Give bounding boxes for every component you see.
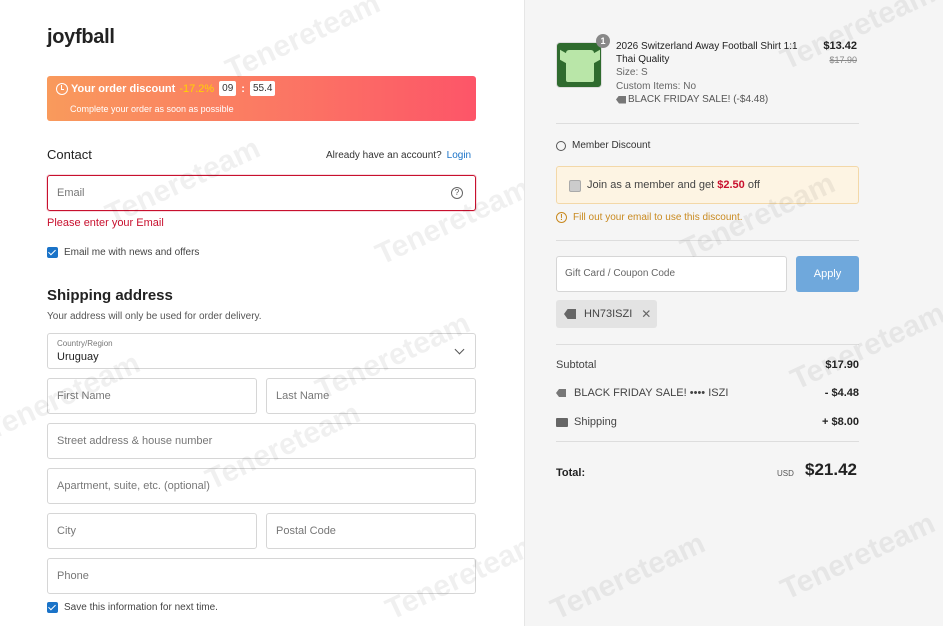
last-name-input[interactable]: Last Name: [266, 378, 476, 414]
shirt-icon: [566, 50, 594, 82]
discount-subtext: Complete your order as soon as possible: [70, 104, 234, 114]
city-placeholder: City: [57, 525, 76, 537]
watermark: Tenereteam: [220, 0, 386, 87]
street-input[interactable]: Street address & house number: [47, 423, 476, 459]
email-error: Please enter your Email: [47, 217, 164, 229]
total-currency: USD: [777, 469, 794, 478]
country-value: Uruguay: [57, 351, 99, 363]
watermark: Tenereteam: [775, 506, 941, 607]
phone-input[interactable]: Phone: [47, 558, 476, 594]
watermark: Tenereteam: [785, 296, 943, 397]
coupon-input[interactable]: Gift Card / Coupon Code: [556, 256, 787, 292]
newsletter-label: Email me with news and offers: [64, 247, 200, 258]
order-discount-banner: Your order discount -17.2% 09 : 55.4 Com…: [47, 76, 476, 121]
truck-icon: [556, 417, 568, 427]
total-label: Total:: [556, 467, 586, 479]
checkout-form-panel: joyfball Your order discount -17.2% 09 :…: [0, 0, 545, 626]
brand-logo[interactable]: joyfball: [47, 26, 115, 49]
first-name-input[interactable]: First Name: [47, 378, 257, 414]
postal-code-placeholder: Postal Code: [276, 525, 336, 537]
shipping-value: + $8.00: [821, 416, 859, 428]
subtotal-value: $17.90: [825, 359, 859, 371]
country-select[interactable]: Country/Region Uruguay: [47, 333, 476, 369]
product-name: 2026 Switzerland Away Football Shirt 1:1…: [616, 41, 798, 65]
apartment-input[interactable]: Apartment, suite, etc. (optional): [47, 468, 476, 504]
country-label: Country/Region: [57, 339, 113, 348]
tag-icon: [564, 309, 576, 319]
newsletter-checkbox[interactable]: [47, 247, 58, 258]
account-prompt-row: Already have an account? Login: [326, 150, 471, 161]
order-summary-panel: 1 2026 Switzerland Away Football Shirt 1…: [524, 0, 943, 626]
info-icon: !: [556, 212, 567, 223]
product-original-price: $17.90: [829, 55, 857, 65]
email-placeholder: Email: [57, 187, 85, 199]
first-name-placeholder: First Name: [57, 390, 111, 402]
phone-placeholder: Phone: [57, 570, 89, 582]
member-join-checkbox[interactable]: [569, 180, 581, 192]
city-input[interactable]: City: [47, 513, 257, 549]
countdown-separator: :: [241, 82, 245, 95]
apartment-placeholder: Apartment, suite, etc. (optional): [57, 480, 210, 492]
tag-icon: [556, 389, 566, 397]
product-price: $13.42: [823, 40, 857, 52]
tag-icon: [616, 95, 626, 104]
discount-label: Your order discount: [71, 82, 176, 95]
save-info-checkbox[interactable]: [47, 602, 58, 613]
discount-row-label: BLACK FRIDAY SALE! •••• ISZI: [574, 387, 729, 399]
shipping-subtitle: Your address will only be used for order…: [47, 311, 262, 322]
save-info-label: Save this information for next time.: [64, 602, 218, 613]
coupon-placeholder: Gift Card / Coupon Code: [565, 268, 676, 279]
divider: [556, 441, 859, 442]
discount-row-value: - $4.48: [824, 387, 859, 399]
countdown-minutes: 09: [219, 81, 237, 96]
member-join-option[interactable]: Join as a member and get $2.50 off: [556, 166, 859, 204]
applied-coupon-code: HN73ISZI: [584, 308, 633, 320]
watermark: Tenereteam: [545, 526, 711, 626]
product-custom: Custom Items: No: [616, 81, 697, 92]
member-warning-text: Fill out your email to use this discount…: [573, 212, 743, 223]
street-placeholder: Street address & house number: [57, 435, 213, 447]
divider: [556, 240, 859, 241]
divider: [556, 123, 859, 124]
member-badge-icon: [556, 140, 566, 151]
help-icon[interactable]: ?: [451, 187, 463, 199]
remove-coupon-icon[interactable]: ✕: [641, 307, 651, 321]
apply-button[interactable]: Apply: [796, 256, 859, 292]
alarm-clock-icon: [56, 82, 68, 95]
account-prompt: Already have an account?: [326, 150, 442, 161]
last-name-placeholder: Last Name: [276, 390, 330, 402]
subtotal-label: Subtotal: [556, 359, 597, 371]
member-join-amount: $2.50: [717, 179, 745, 191]
member-join-text: Join as a member and get $2.50 off: [587, 179, 760, 191]
newsletter-option[interactable]: Email me with news and offers: [47, 247, 199, 258]
member-warning: ! Fill out your email to use this discou…: [556, 212, 743, 223]
applied-coupon-chip: HN73ISZI ✕: [556, 300, 657, 328]
quantity-badge: 1: [596, 34, 610, 48]
login-link[interactable]: Login: [447, 150, 471, 161]
product-promo-text: BLACK FRIDAY SALE! (-$4.48): [628, 94, 769, 105]
product-promo: BLACK FRIDAY SALE! (-$4.48): [616, 94, 768, 105]
shipping-title: Shipping address: [47, 287, 173, 304]
save-info-option[interactable]: Save this information for next time.: [47, 602, 218, 613]
member-discount-title: Member Discount: [572, 140, 651, 151]
contact-title: Contact: [47, 147, 92, 162]
total-value: $21.42: [805, 460, 857, 479]
product-size: Size: S: [616, 67, 648, 78]
shipping-label: Shipping: [574, 416, 617, 428]
countdown-seconds: 55.4: [249, 81, 276, 96]
product-image: [556, 42, 602, 88]
email-field[interactable]: Email ?: [47, 175, 476, 211]
discount-percent: -17.2%: [179, 82, 215, 95]
divider: [556, 344, 859, 345]
postal-code-input[interactable]: Postal Code: [266, 513, 476, 549]
member-discount-header: Member Discount: [556, 140, 650, 151]
chevron-down-icon: [454, 344, 465, 355]
